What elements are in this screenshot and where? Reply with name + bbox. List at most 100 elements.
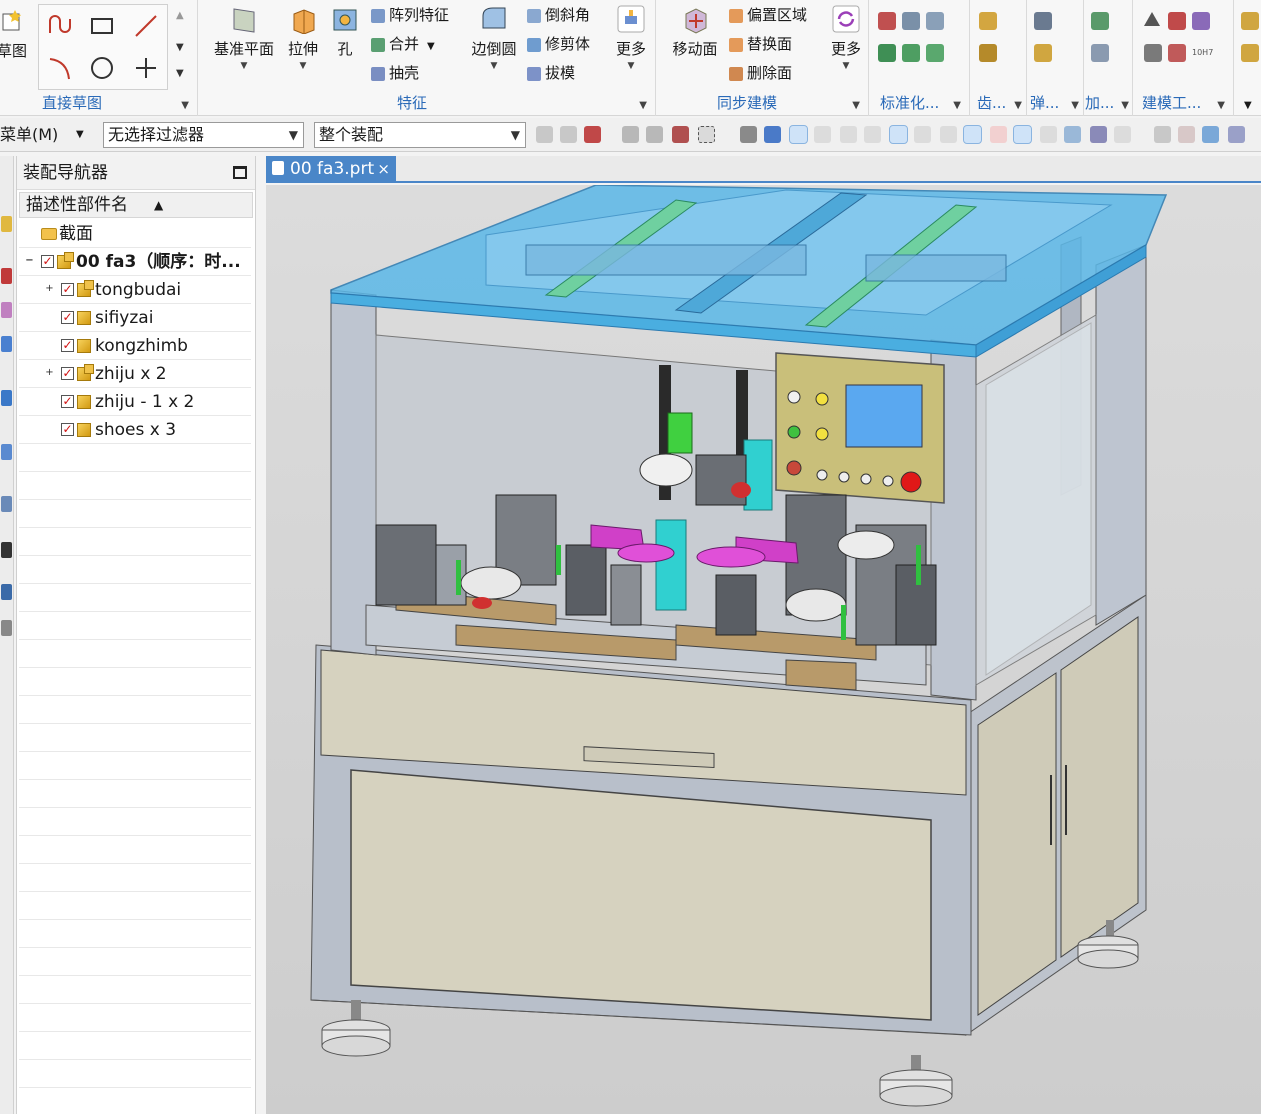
overflow-tool-icon-1[interactable] xyxy=(1241,12,1259,30)
visibility-checkbox[interactable]: ✓ xyxy=(61,395,74,408)
rotate-view-icon[interactable] xyxy=(1202,126,1219,143)
sketch-group-arrow-icon[interactable]: ▼ xyxy=(181,100,189,111)
machining-icon[interactable] xyxy=(1091,12,1109,30)
sync-more-button[interactable]: 更多 ▼ xyxy=(827,4,865,71)
trim-body-button[interactable]: 修剪体 xyxy=(527,31,590,57)
sync-group-arrow-icon[interactable]: ▼ xyxy=(852,100,860,111)
machine-assembly-model[interactable] xyxy=(266,185,1261,1114)
snap-tangent-icon[interactable] xyxy=(1040,126,1057,143)
face-select-icon[interactable] xyxy=(764,126,781,143)
triangle-tool-icon[interactable] xyxy=(1144,12,1160,26)
standard-part-icon-5[interactable] xyxy=(902,44,920,62)
snap-pick2-icon[interactable] xyxy=(646,126,663,143)
maximize-icon[interactable] xyxy=(233,166,247,179)
sketch-button[interactable]: 草图 xyxy=(0,6,30,61)
sketch-scroll-up-icon[interactable]: ▲ xyxy=(176,10,184,21)
point-icon[interactable] xyxy=(131,53,161,83)
pan-view-icon[interactable] xyxy=(1228,126,1245,143)
collapse-icon[interactable]: − xyxy=(25,256,34,266)
tree-row-component[interactable]: ✓ zhiju - 1 x 2 xyxy=(19,388,251,416)
tree-row-component[interactable]: ✓ kongzhimb xyxy=(19,332,251,360)
system-materials-icon[interactable] xyxy=(1,496,12,512)
spring-icon[interactable] xyxy=(1034,12,1052,30)
line-icon[interactable] xyxy=(131,11,161,41)
modeling-tools-group-arrow-icon[interactable]: ▼ xyxy=(1217,100,1225,111)
table-tool-icon[interactable] xyxy=(1168,12,1186,30)
gear-icon[interactable] xyxy=(979,12,997,30)
history-icon[interactable] xyxy=(1,444,12,460)
tree-row-root-assembly[interactable]: − ✓ 00 fa3（顺序：时... xyxy=(19,248,251,276)
tree-row-component[interactable]: + ✓ zhiju x 2 xyxy=(19,360,251,388)
assembly-navigator-icon[interactable] xyxy=(1,216,12,232)
snap-spline-icon[interactable] xyxy=(914,126,931,143)
snap-curve-icon[interactable] xyxy=(864,126,881,143)
snap-quadrant-icon[interactable] xyxy=(990,126,1007,143)
tree-row-component[interactable]: ✓ sifiyzai xyxy=(19,304,251,332)
visibility-checkbox[interactable]: ✓ xyxy=(61,283,74,296)
close-icon[interactable]: × xyxy=(377,156,390,182)
tolerance-tool-icon[interactable]: 10H7 xyxy=(1192,48,1213,57)
snap-endpoint-icon[interactable] xyxy=(789,125,808,144)
snap-bounded-icon[interactable] xyxy=(1090,126,1107,143)
arc-icon[interactable] xyxy=(45,53,75,83)
document-tab[interactable]: 00 fa3.prt × xyxy=(266,156,396,183)
standard-part-icon-1[interactable] xyxy=(878,12,896,30)
graphics-viewport[interactable] xyxy=(266,185,1261,1114)
tree-row-section[interactable]: 截面 xyxy=(19,220,251,248)
snap-control-point-icon[interactable] xyxy=(889,125,908,144)
standard-part-icon-6[interactable] xyxy=(926,44,944,62)
ribbon-overflow-arrow-icon[interactable]: ▼ xyxy=(1244,100,1252,111)
box-select-icon[interactable] xyxy=(698,126,715,143)
selection-filter-dropdown[interactable]: 无选择过滤器 ▼ xyxy=(103,122,304,148)
rectangle-icon[interactable] xyxy=(87,11,117,41)
circle-icon[interactable] xyxy=(87,53,117,83)
edge-blend-button[interactable]: 边倒圆 ▼ xyxy=(467,4,521,71)
selection-scope-dropdown[interactable]: 整个装配 ▼ xyxy=(314,122,526,148)
combine-button[interactable]: 合并 ▼ xyxy=(371,31,435,57)
delete-face-button[interactable]: 删除面 xyxy=(729,60,792,86)
process-studio-icon[interactable] xyxy=(1,542,12,558)
visibility-checkbox[interactable]: ✓ xyxy=(61,423,74,436)
snap-midpoint-icon[interactable] xyxy=(840,126,857,143)
offset-region-button[interactable]: 偏置区域 xyxy=(729,2,807,28)
expand-icon[interactable]: + xyxy=(45,368,54,378)
sketch-scroll-down-icon[interactable]: ▼ xyxy=(176,42,184,53)
gear-tool-icon[interactable] xyxy=(979,44,997,62)
filter-pick-icon[interactable] xyxy=(672,126,689,143)
edit-tool-icon[interactable] xyxy=(1168,44,1186,62)
gear-group-arrow-icon[interactable]: ▼ xyxy=(1014,100,1022,111)
overflow-tool-icon-2[interactable] xyxy=(1241,44,1259,62)
snap-line-icon[interactable] xyxy=(814,126,831,143)
hole-button[interactable]: 孔 xyxy=(327,4,363,59)
sketch-expand-icon[interactable]: ▼ xyxy=(176,68,184,79)
visibility-checkbox[interactable]: ✓ xyxy=(41,255,54,268)
spring-group-arrow-icon[interactable]: ▼ xyxy=(1071,100,1079,111)
tree-row-component[interactable]: ✓ shoes x 3 xyxy=(19,416,251,444)
view-window-icon[interactable] xyxy=(1178,126,1195,143)
matrix-tool-icon[interactable] xyxy=(1192,12,1210,30)
snap-pick-icon[interactable] xyxy=(622,126,639,143)
constraint-navigator-icon[interactable] xyxy=(1,268,12,284)
shell-button[interactable]: 抽壳 xyxy=(371,60,419,86)
menu-button[interactable]: 菜单(M) xyxy=(0,123,58,147)
snap-intersection-icon[interactable] xyxy=(1013,125,1032,144)
column-header[interactable]: 描述性部件名 ▲ xyxy=(19,192,253,218)
draft-button[interactable]: 拔模 xyxy=(527,60,575,86)
extrude-button[interactable]: 拉伸 ▼ xyxy=(283,4,323,71)
expand-icon[interactable]: + xyxy=(45,284,54,294)
snap-center-icon[interactable] xyxy=(963,125,982,144)
spring-tool-icon[interactable] xyxy=(1034,44,1052,62)
move-face-button[interactable]: 移动面 xyxy=(665,4,725,59)
replace-face-button[interactable]: 替换面 xyxy=(729,31,792,57)
menu-dropdown-icon[interactable]: ▼ xyxy=(76,129,84,140)
visibility-checkbox[interactable]: ✓ xyxy=(61,367,74,380)
standard-group-arrow-icon[interactable]: ▼ xyxy=(953,100,961,111)
view-fit-icon[interactable] xyxy=(1154,126,1171,143)
standard-part-icon-2[interactable] xyxy=(902,12,920,30)
profile-icon[interactable] xyxy=(45,11,75,41)
web-browser-icon[interactable] xyxy=(1,390,12,406)
solid-body-icon[interactable] xyxy=(740,126,757,143)
part-navigator-icon[interactable] xyxy=(1,302,12,318)
visibility-checkbox[interactable]: ✓ xyxy=(61,339,74,352)
standard-part-icon-3[interactable] xyxy=(926,12,944,30)
